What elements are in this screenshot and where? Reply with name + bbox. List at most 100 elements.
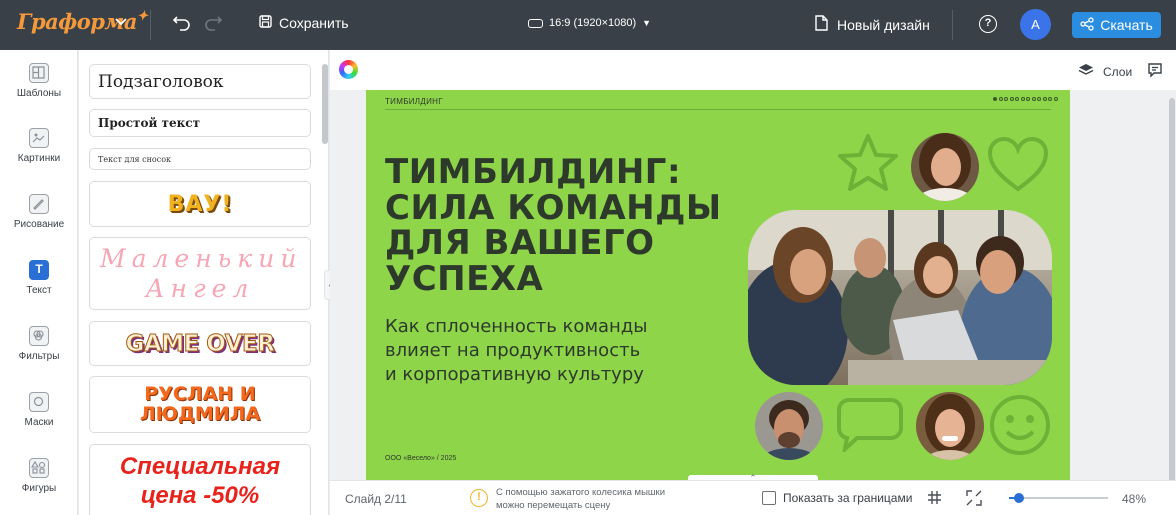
nav-item-text[interactable]: T Текст	[0, 260, 78, 296]
download-button[interactable]: Скачать	[1072, 12, 1161, 38]
progress-dot	[1042, 97, 1047, 101]
text-style-label: Специальная цена -50%	[119, 452, 281, 509]
color-wheel-icon[interactable]	[339, 60, 358, 79]
heart-outline-icon[interactable]	[987, 136, 1049, 194]
man-portrait-photo[interactable]	[755, 392, 823, 460]
undo-icon[interactable]	[172, 13, 192, 36]
subtitle-line: Как сплоченность команды	[385, 316, 648, 337]
nav-item-masks[interactable]: Маски	[0, 392, 78, 428]
nav-label: Картинки	[17, 153, 61, 164]
text-style-label: Простой текст	[98, 116, 201, 130]
slide-canvas[interactable]: ТИМБИЛДИНГ ТИМБИЛДИНГ: СИЛА КОМАНДЫ ДЛЯ …	[366, 90, 1070, 480]
user-avatar[interactable]: A	[1020, 9, 1051, 40]
shapes-icon	[29, 458, 49, 478]
smiley-outline-icon[interactable]	[988, 393, 1052, 457]
slide-title[interactable]: ТИМБИЛДИНГ: СИЛА КОМАНДЫ ДЛЯ ВАШЕГО УСПЕ…	[385, 152, 745, 299]
left-nav: Шаблоны Картинки Рисование T Текст Фильт…	[0, 50, 78, 515]
layers-button[interactable]: Слои	[1078, 63, 1132, 80]
editor-toolbar: Слои	[330, 50, 1176, 90]
text-style-wow[interactable]: ВАУ!	[89, 181, 311, 227]
slide-counter[interactable]: Слайд 2/11	[345, 492, 407, 506]
progress-dot	[1031, 97, 1036, 101]
zoom-level-label: 48%	[1122, 492, 1147, 506]
draw-icon	[29, 194, 49, 214]
templates-icon	[29, 63, 49, 83]
show-outside-checkbox[interactable]	[762, 491, 776, 505]
progress-dot	[998, 97, 1003, 101]
nav-item-draw[interactable]: Рисование	[0, 194, 78, 230]
text-style-label: РУСЛАН И ЛЮДМИЛА	[139, 382, 261, 425]
nav-item-templates[interactable]: Шаблоны	[0, 63, 78, 99]
progress-dot	[1015, 97, 1019, 101]
text-style-footnote[interactable]: Текст для сносок	[89, 148, 311, 170]
comments-icon[interactable]	[1147, 62, 1163, 83]
nav-label: Шаблоны	[16, 88, 62, 99]
title-line: ДЛЯ ВАШЕГО	[385, 223, 655, 263]
logo-sparkle-icon: ✦	[137, 9, 148, 24]
new-design-button[interactable]: Новый дизайн	[815, 15, 930, 34]
hint-line: С помощью зажатого колесика мышки	[496, 487, 666, 498]
smiling-woman-portrait-photo[interactable]	[916, 392, 984, 460]
nav-label: Маски	[24, 417, 54, 428]
nav-item-filters[interactable]: Фильтры	[0, 326, 78, 362]
nav-label: Текст	[26, 285, 52, 296]
text-style-game-over[interactable]: GAME OVER	[89, 321, 311, 366]
team-photo-main[interactable]	[748, 210, 1052, 385]
title-line: СИЛА КОМАНДЫ	[385, 187, 722, 228]
show-outside-label: Показать за границами	[783, 491, 913, 505]
text-style-subheading[interactable]: Подзаголовок	[89, 64, 311, 99]
save-button[interactable]: Сохранить	[259, 15, 349, 31]
workspace-scrollbar-thumb[interactable]	[1169, 98, 1175, 480]
nav-item-images[interactable]: Картинки	[0, 128, 78, 164]
share-icon	[1080, 16, 1094, 34]
text-style-ruslan[interactable]: РУСЛАН И ЛЮДМИЛА	[89, 376, 311, 433]
nav-item-shapes[interactable]: Фигуры	[0, 458, 78, 494]
masks-icon	[29, 392, 49, 412]
redo-icon[interactable]	[203, 13, 223, 36]
nav-label: Фильтры	[18, 351, 60, 362]
slide-progress-dots	[993, 97, 1058, 101]
filters-icon	[29, 326, 49, 346]
star-outline-icon[interactable]	[836, 132, 900, 194]
slide-header-rule	[385, 109, 1051, 110]
show-outside-toggle[interactable]: Показать за границами	[762, 491, 912, 505]
text-style-plain[interactable]: Простой текст	[89, 109, 311, 137]
images-icon	[29, 128, 49, 148]
warning-icon: !	[470, 489, 488, 507]
text-style-little-angel[interactable]: Маленький Ангел	[89, 237, 311, 310]
speech-bubble-outline-icon[interactable]	[835, 396, 905, 452]
scene-hint: С помощью зажатого колесика мышки можно …	[496, 486, 665, 512]
text-style-label: Подзаголовок	[98, 71, 224, 92]
hint-line: можно перемещать сцену	[496, 500, 611, 511]
progress-dot	[1048, 97, 1052, 101]
slide-header-label[interactable]: ТИМБИЛДИНГ	[385, 97, 443, 106]
woman-portrait-photo[interactable]	[911, 133, 979, 201]
title-line: УСПЕХА	[385, 258, 544, 299]
grid-icon[interactable]	[927, 490, 942, 510]
subtitle-line: влияет на продуктивность	[385, 340, 641, 361]
layers-label: Слои	[1103, 64, 1133, 79]
save-label: Сохранить	[279, 15, 349, 31]
slide-subtitle[interactable]: Как сплоченность команды влияет на проду…	[385, 315, 705, 387]
top-bar: Граформа✦ Сохранить 16:9 (1920×1080) ▼ Н…	[0, 0, 1176, 50]
text-icon: T	[29, 260, 49, 280]
title-line: ТИМБИЛДИНГ:	[385, 152, 682, 192]
text-style-label: GAME OVER	[125, 330, 275, 357]
help-icon[interactable]: ?	[979, 15, 997, 33]
layers-icon	[1078, 63, 1094, 80]
caret-down-icon: ▼	[642, 18, 652, 28]
progress-dot	[1026, 97, 1030, 101]
text-style-special-price[interactable]: Специальная цена -50%	[89, 444, 311, 515]
zoom-slider[interactable]	[1009, 493, 1108, 503]
workspace-scrollbar[interactable]	[1169, 90, 1176, 480]
canvas-workspace[interactable]: ТИМБИЛДИНГ ТИМБИЛДИНГ: СИЛА КОМАНДЫ ДЛЯ …	[330, 90, 1176, 480]
nav-label: Рисование	[13, 219, 65, 230]
logo-menu-chevron-icon[interactable]	[113, 13, 133, 35]
zoom-slider-thumb[interactable]	[1013, 493, 1024, 503]
panel-scrollbar-thumb[interactable]	[322, 64, 328, 144]
slide-footer[interactable]: ООО «Весело» / 2025	[385, 455, 456, 462]
canvas-size-dropdown[interactable]: 16:9 (1920×1080) ▼	[528, 17, 651, 29]
progress-dot	[1037, 97, 1041, 101]
bottom-bar: Слайд 2/11 ! С помощью зажатого колесика…	[330, 480, 1176, 515]
fullscreen-icon[interactable]	[966, 490, 982, 511]
